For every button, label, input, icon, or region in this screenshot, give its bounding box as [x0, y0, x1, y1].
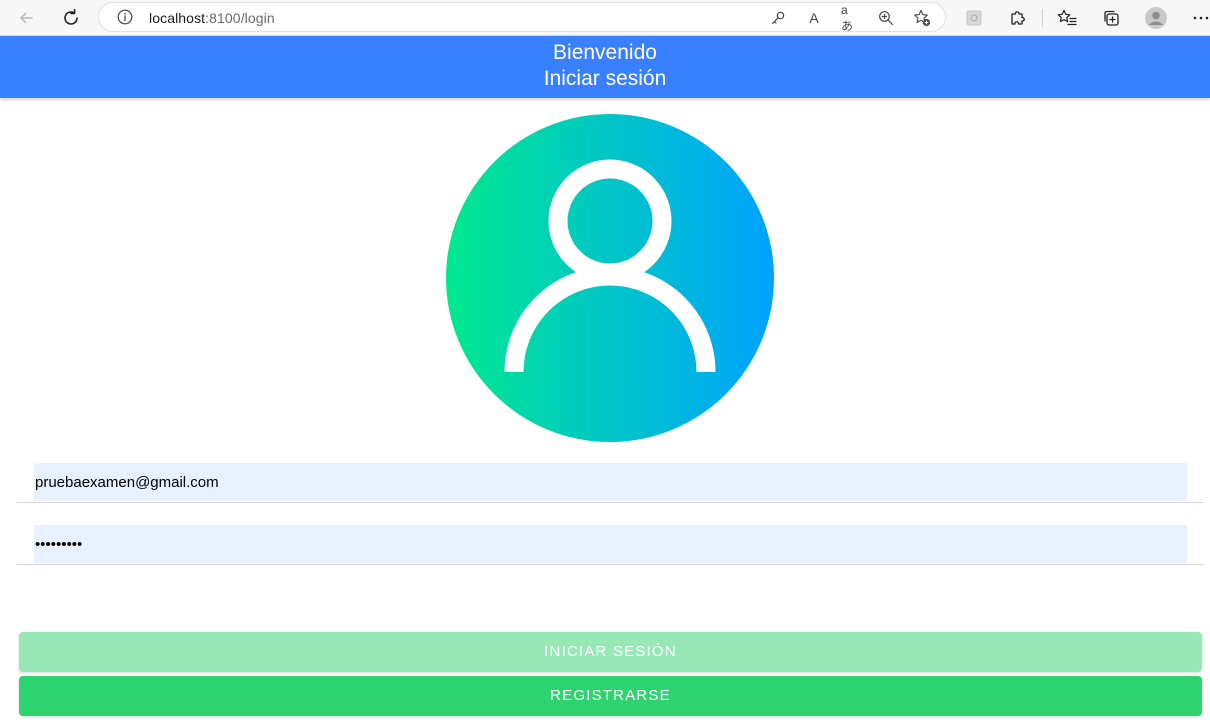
translate-icon: aあ — [841, 2, 854, 33]
password-field-row — [17, 523, 1204, 565]
favorites-icon — [1057, 9, 1077, 26]
extensions-button[interactable] — [1007, 7, 1029, 29]
back-button[interactable] — [12, 4, 40, 32]
collections-icon — [1104, 10, 1119, 26]
email-input[interactable] — [34, 463, 1187, 501]
address-bar[interactable]: localhost:8100/login A aあ — [98, 2, 946, 33]
translate-button[interactable]: aあ — [841, 3, 859, 33]
reload-icon — [64, 9, 78, 25]
extension-tile-icon — [966, 10, 982, 26]
url-host: localhost — [149, 10, 206, 26]
more-menu-icon — [1193, 16, 1209, 20]
profile-button[interactable] — [1145, 7, 1167, 29]
register-button[interactable]: REGISTRARSE — [19, 676, 1202, 716]
collections-button[interactable] — [1100, 7, 1122, 29]
page-subtitle: Iniciar sesión — [543, 67, 667, 90]
extension-tile-button[interactable] — [963, 7, 985, 29]
password-key-button[interactable] — [769, 9, 787, 27]
user-avatar-icon — [446, 114, 774, 442]
email-field-row — [17, 461, 1204, 503]
favorites-button[interactable] — [1056, 7, 1078, 29]
add-favorite-button[interactable] — [913, 9, 931, 27]
key-icon — [771, 11, 785, 25]
puzzle-icon — [1011, 11, 1025, 25]
browser-toolbar: localhost:8100/login A aあ — [0, 0, 1210, 36]
app-header: Bienvenido Iniciar sesión — [0, 36, 1210, 98]
url-text[interactable]: localhost:8100/login — [149, 10, 275, 26]
avatar — [446, 114, 774, 442]
profile-avatar-icon — [1145, 7, 1167, 29]
info-icon[interactable] — [117, 9, 133, 25]
password-input[interactable] — [34, 525, 1187, 563]
zoom-icon — [879, 11, 894, 26]
url-path: :8100/login — [205, 10, 275, 26]
back-arrow-icon — [20, 12, 33, 24]
zoom-button[interactable] — [877, 9, 895, 27]
reload-button[interactable] — [57, 4, 85, 32]
more-menu-button[interactable] — [1190, 7, 1210, 29]
favorite-add-icon — [914, 9, 931, 27]
login-button[interactable]: INICIAR SESIÓN — [19, 632, 1202, 672]
toolbar-divider — [1042, 9, 1043, 27]
read-aloud-icon: A — [809, 10, 819, 26]
read-aloud-button[interactable]: A — [805, 9, 823, 27]
page-title: Bienvenido — [553, 41, 657, 64]
